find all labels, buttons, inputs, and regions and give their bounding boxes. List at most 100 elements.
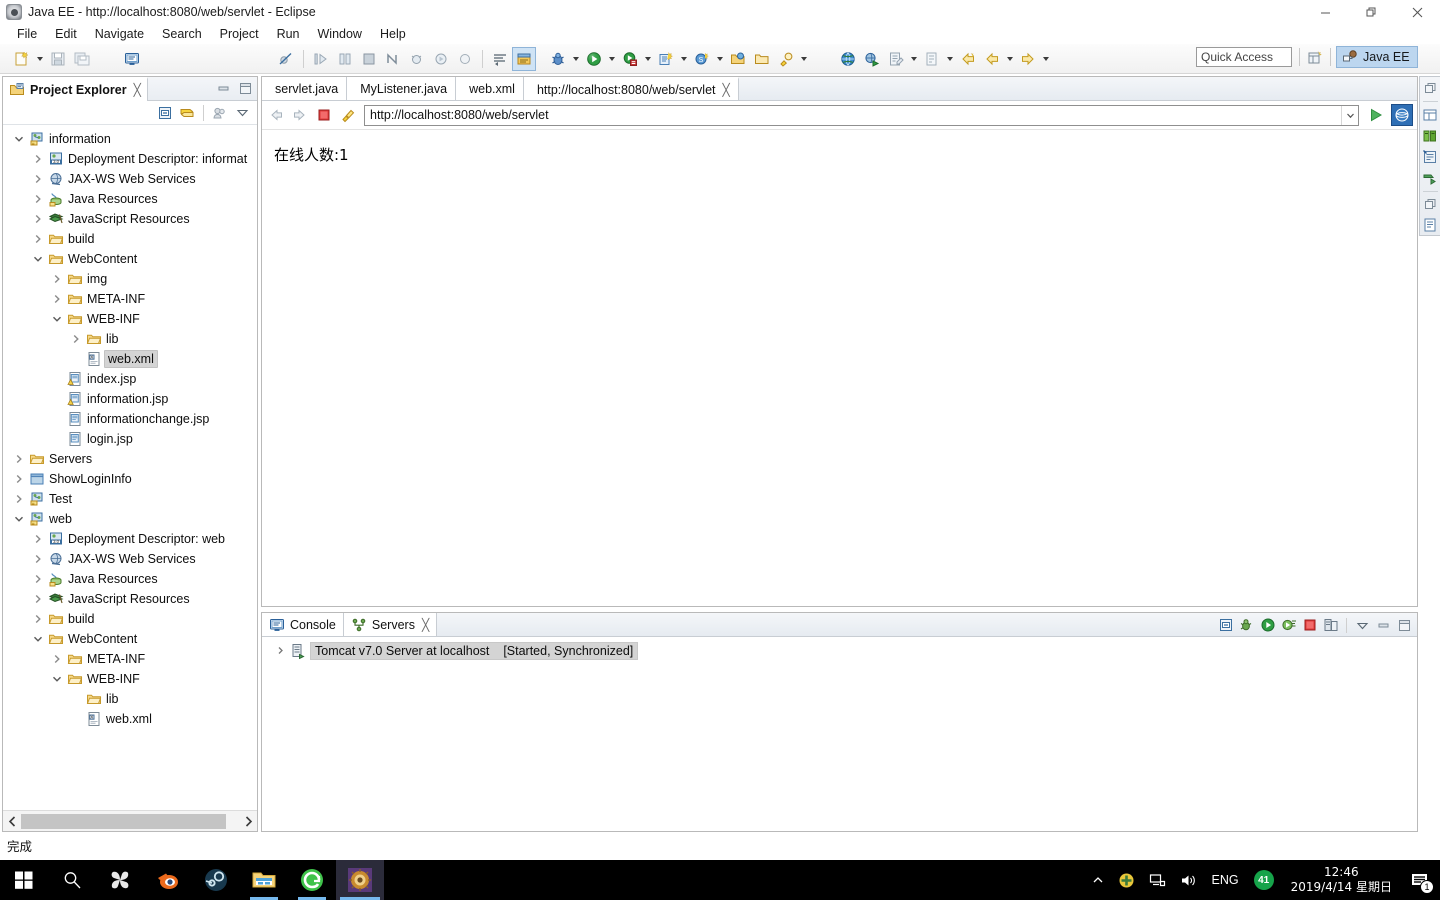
tree-item-build[interactable]: build [3,609,257,629]
expand-arrow-icon[interactable] [30,551,46,567]
tree-item-build[interactable]: build [3,229,257,249]
explorer-minimize-icon[interactable] [215,80,231,96]
forward-icon[interactable] [290,105,310,125]
forward-arrow-icon[interactable] [980,47,1004,71]
view-menu-icon[interactable] [1352,615,1372,635]
tree-item-deployment-descriptor-web[interactable]: 3.0 Deployment Descriptor: web [3,529,257,549]
tree-item-jax-ws-web-services[interactable]: JAX-WS Web Services [3,169,257,189]
external-tools-dropdown[interactable] [642,47,654,71]
console-view-icon[interactable] [120,47,144,71]
snippets-view-icon[interactable] [1421,147,1440,166]
collapse-all-icon[interactable] [1216,615,1236,635]
run-dropdown[interactable] [606,47,618,71]
collapse-arrow-icon[interactable] [30,251,46,267]
scrollbar-track[interactable] [21,813,239,829]
scrollbar-thumb[interactable] [21,813,226,829]
file-explorer-icon[interactable] [240,860,288,900]
expand-arrow-icon[interactable] [272,646,288,655]
collapse-all-icon[interactable] [155,103,175,123]
notification-icon[interactable]: 1 [1402,860,1436,900]
menu-help[interactable]: Help [371,25,415,43]
tree-item-servers[interactable]: Servers [3,449,257,469]
search-icon[interactable] [48,860,96,900]
open-task-icon[interactable] [750,47,774,71]
restore-view-2-icon[interactable] [1421,195,1440,214]
open-perspective-icon[interactable] [1305,48,1325,67]
project-tree[interactable]: information 3.0 Deployment Descriptor: inf… [3,126,257,809]
new-java-project-dropdown[interactable] [678,47,690,71]
new-servlet-dropdown[interactable] [714,47,726,71]
new-servlet-icon[interactable]: S [690,47,714,71]
tree-item-deployment-descriptor-informat[interactable]: 3.0 Deployment Descriptor: informat [3,149,257,169]
tree-item-javascript-resources[interactable]: JavaScript Resources [3,589,257,609]
tree-item-webcontent[interactable]: WebContent [3,249,257,269]
collapse-arrow-icon[interactable] [11,511,27,527]
outline-view-icon[interactable] [1421,216,1440,235]
step-over-icon[interactable] [333,47,357,71]
tree-item-img[interactable]: img [3,269,257,289]
menu-run[interactable]: Run [268,25,309,43]
save-icon[interactable] [46,47,70,71]
profile-server-icon[interactable] [1279,615,1299,635]
tree-item-information-jsp[interactable]: information.jsp [3,389,257,409]
servers-view-icon[interactable] [1421,126,1440,145]
minimize-button[interactable] [1302,0,1348,24]
go-icon[interactable] [1365,104,1387,126]
edge-browser-icon[interactable] [288,860,336,900]
coverage-icon[interactable] [453,47,477,71]
stop-server-icon[interactable] [1300,615,1320,635]
explorer-maximize-icon[interactable] [237,80,253,96]
blender-icon[interactable] [144,860,192,900]
expand-arrow-icon[interactable] [30,191,46,207]
tree-item-java-resources[interactable]: Java Resources [3,189,257,209]
start-server-icon[interactable] [1258,615,1278,635]
chevron-up-icon[interactable] [1085,860,1111,900]
relaunch-icon[interactable] [381,47,405,71]
restore-button[interactable] [1348,0,1394,24]
clock[interactable]: 12:46 2019/4/14 星期日 [1281,865,1402,895]
expand-arrow-icon[interactable] [49,291,65,307]
format-icon[interactable] [488,47,512,71]
menu-window[interactable]: Window [309,25,371,43]
run-icon[interactable] [582,47,606,71]
tree-item-lib[interactable]: lib [3,329,257,349]
menu-search[interactable]: Search [153,25,211,43]
expand-arrow-icon[interactable] [30,571,46,587]
close-button[interactable] [1394,0,1440,24]
tree-item-javascript-resources[interactable]: JavaScript Resources [3,209,257,229]
steam-icon[interactable] [192,860,240,900]
tab-console[interactable]: Console [262,613,344,636]
expand-arrow-icon[interactable] [30,211,46,227]
editor-tab-web-xml[interactable]: Xweb.xml [456,77,524,100]
run-small-icon[interactable] [429,47,453,71]
menu-project[interactable]: Project [211,25,268,43]
back-arrow-icon[interactable] [956,47,980,71]
new-java-project-icon[interactable] [654,47,678,71]
windows-start-icon[interactable] [0,860,48,900]
expand-arrow-icon[interactable] [30,171,46,187]
editor-tab-mylistener-java[interactable]: JMyListener.java [347,77,457,100]
tree-item-web-xml[interactable]: Xweb.xml [3,349,257,369]
collapse-arrow-icon[interactable] [30,631,46,647]
expand-arrow-icon[interactable] [30,231,46,247]
run-on-server-icon[interactable] [860,47,884,71]
tab-project-explorer[interactable]: Project Explorer ╳ [3,76,148,101]
tree-item-test[interactable]: Test [3,489,257,509]
expand-arrow-icon[interactable] [68,331,84,347]
expand-arrow-icon[interactable] [49,651,65,667]
network-icon[interactable] [1142,860,1173,900]
tree-item-login-jsp[interactable]: login.jsp [3,429,257,449]
tree-item-web-xml[interactable]: Xweb.xml [3,709,257,729]
forward-arrow-2-icon[interactable] [1016,47,1040,71]
tree-item-java-resources[interactable]: Java Resources [3,569,257,589]
tree-item-showlogininfo[interactable]: ShowLoginInfo [3,469,257,489]
tree-item-web[interactable]: web [3,509,257,529]
eclipse-icon[interactable] [336,860,384,900]
quick-access-input[interactable]: Quick Access [1196,47,1292,67]
debug-dropdown[interactable] [570,47,582,71]
chevron-down-icon[interactable] [1341,105,1358,125]
search-icon[interactable] [774,47,798,71]
tree-item-web-inf[interactable]: WEB-INF [3,669,257,689]
expand-arrow-icon[interactable] [11,471,27,487]
tree-item-meta-inf[interactable]: META-INF [3,289,257,309]
